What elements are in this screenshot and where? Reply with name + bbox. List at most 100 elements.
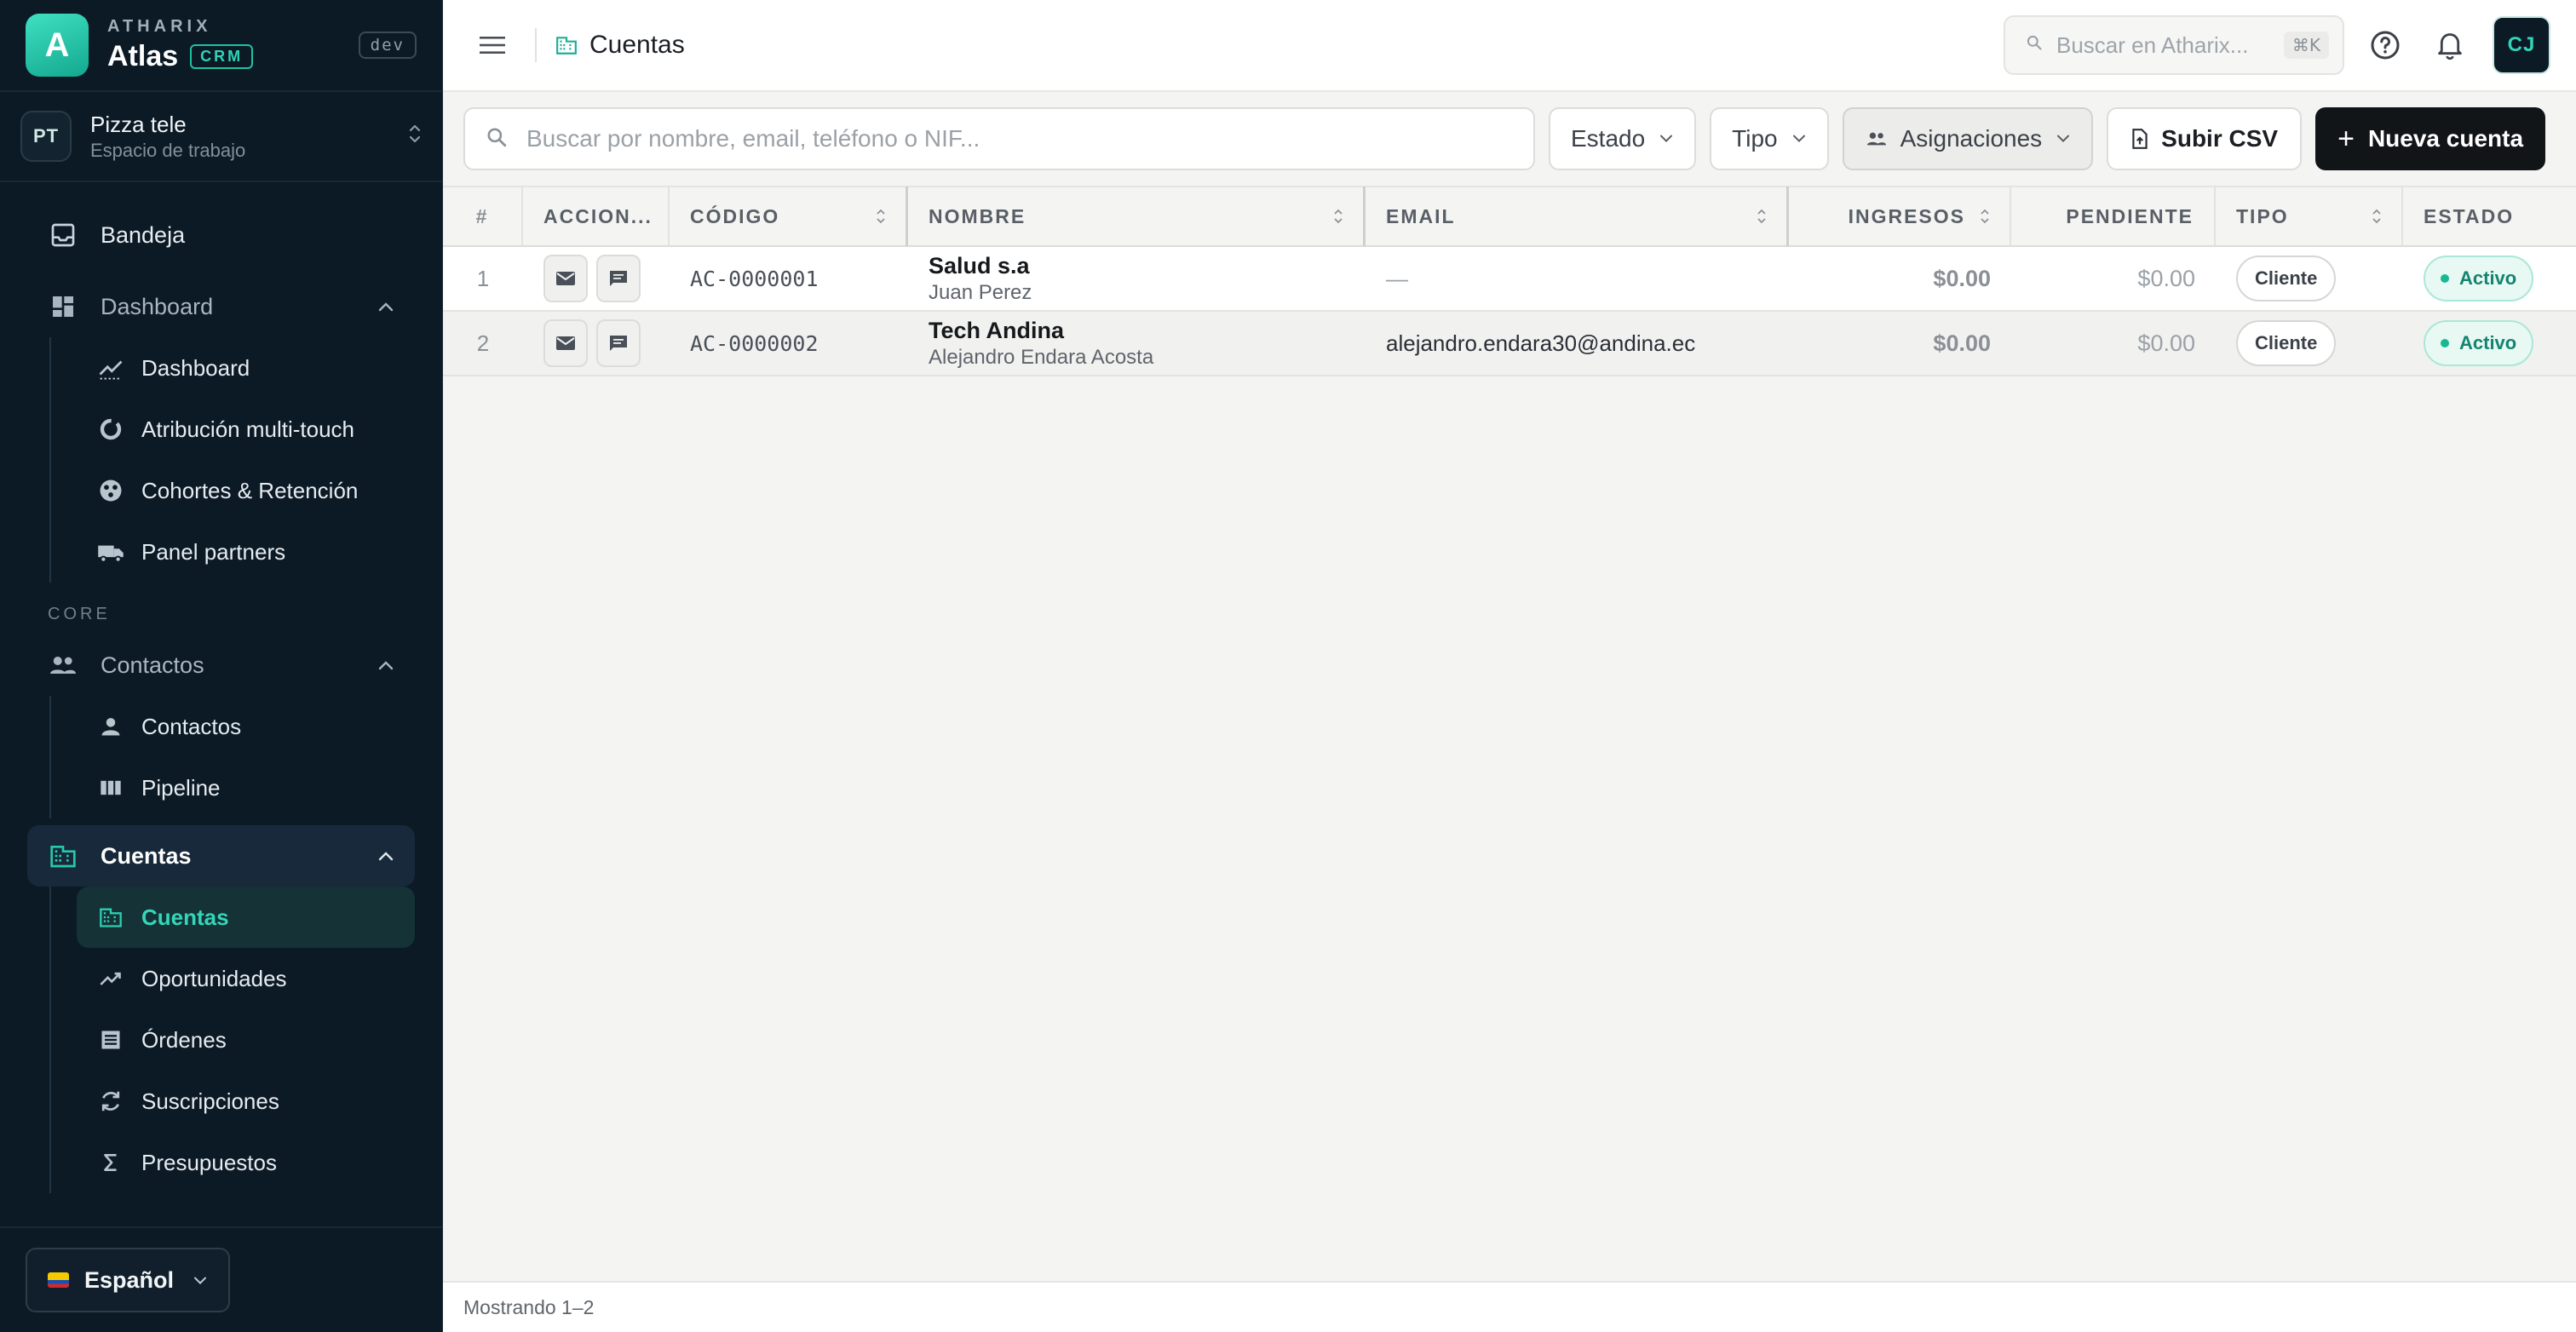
sidebar-item-contacts[interactable]: Contactos [77, 696, 415, 757]
user-avatar[interactable]: CJ [2493, 16, 2550, 74]
email-action-button[interactable] [543, 255, 588, 302]
column-header-label: EMAIL [1386, 204, 1456, 227]
sidebar-item-subscriptions[interactable]: Suscripciones [77, 1071, 415, 1132]
sidebar-item-label: Cuentas [141, 904, 229, 930]
menu-toggle-button[interactable] [469, 21, 516, 69]
building-icon [555, 34, 578, 56]
column-header-name[interactable]: NOMBRE [908, 187, 1366, 246]
account-name-cell[interactable]: Salud s.a Juan Perez [908, 246, 1366, 311]
app-window: A ATHARIX Atlas CRM dev PT Pizza tele Es… [0, 0, 2576, 1332]
table-row[interactable]: 2 AC-0000002 Tech Andina Alejandro Endar… [443, 312, 2576, 376]
column-header-code[interactable]: CÓDIGO [670, 187, 908, 246]
sidebar-item-cohorts[interactable]: Cohortes & Retención [77, 460, 415, 521]
brand-logo[interactable]: A [26, 14, 89, 77]
shortcut-hint: ⌘K [2283, 32, 2329, 59]
column-header-label: CÓDIGO [690, 204, 780, 227]
sidebar-item-accounts[interactable]: Cuentas [77, 887, 415, 948]
accounts-search-input[interactable] [526, 125, 1513, 152]
account-pending: $0.00 [2137, 330, 2195, 356]
help-button[interactable] [2361, 21, 2409, 69]
account-status-cell: Activo [2403, 311, 2576, 376]
column-header-pending[interactable]: PENDIENTE [2011, 187, 2216, 246]
inbox-icon [48, 220, 78, 250]
file-upload-icon [2130, 128, 2149, 150]
message-action-button[interactable] [596, 255, 641, 302]
account-code: AC-0000001 [690, 266, 819, 291]
sort-icon [1979, 207, 1991, 226]
status-label: Activo [2459, 332, 2517, 353]
chevron-up-icon [377, 654, 394, 676]
account-email[interactable]: alejandro.endara30@andina.ec [1366, 311, 1789, 376]
sidebar-item-quotes[interactable]: Presupuestos [77, 1132, 415, 1193]
sigma-icon [97, 1149, 124, 1176]
cohorts-icon [97, 477, 124, 504]
global-search-placeholder: Buscar en Atharix... [2056, 32, 2249, 58]
column-header-actions: ACCION... [523, 187, 670, 246]
trend-icon [97, 354, 124, 382]
brand-header: A ATHARIX Atlas CRM dev [0, 0, 442, 92]
chevron-up-icon [377, 845, 394, 867]
language-selector[interactable]: Español [26, 1248, 230, 1312]
sidebar-item-label: Oportunidades [141, 965, 287, 991]
table-row[interactable]: 1 AC-0000001 Salud s.a Juan Perez — $0.0… [443, 247, 2576, 312]
list-icon [97, 1026, 124, 1054]
sidebar-item-label: Cohortes & Retención [141, 477, 359, 503]
sort-icon [875, 207, 887, 226]
showing-count: Mostrando 1–2 [463, 1295, 595, 1318]
upload-csv-label: Subir CSV [2161, 125, 2279, 152]
ecuador-flag-icon [48, 1272, 69, 1288]
account-name: Tech Andina [929, 317, 1065, 343]
message-action-button[interactable] [596, 319, 641, 367]
row-number: 1 [476, 265, 490, 291]
filter-assignments-dropdown[interactable]: Asignaciones [1842, 107, 2094, 170]
sidebar-item-attribution[interactable]: Atribución multi-touch [77, 399, 415, 460]
sidebar-group-label: Cuentas [101, 842, 192, 869]
accounts-search[interactable] [463, 107, 1535, 170]
column-header-type[interactable]: TIPO [2216, 187, 2403, 246]
filter-type-dropdown[interactable]: Tipo [1710, 107, 1829, 170]
status-badge[interactable]: Activo [2424, 255, 2534, 301]
status-badge[interactable]: Activo [2424, 320, 2534, 366]
sidebar-item-opportunities[interactable]: Oportunidades [77, 948, 415, 1009]
crm-badge: CRM [190, 44, 254, 69]
row-actions [523, 246, 670, 311]
global-search[interactable]: Buscar en Atharix... ⌘K [2004, 15, 2344, 75]
table-header: # ACCION... CÓDIGO NOMBRE EMAIL INGRESOS [443, 187, 2576, 247]
notifications-button[interactable] [2426, 21, 2474, 69]
sort-icon [1756, 207, 1768, 226]
sidebar-group-contacts[interactable]: Contactos [27, 634, 415, 696]
account-name: Salud s.a [929, 252, 1030, 278]
workspace-switcher[interactable]: PT Pizza tele Espacio de trabajo [0, 92, 442, 182]
sort-icon [2371, 207, 2383, 226]
upload-csv-button[interactable]: Subir CSV [2107, 107, 2303, 170]
truck-icon [97, 538, 124, 566]
column-header-label: TIPO [2236, 204, 2289, 227]
column-header-label: NOMBRE [929, 204, 1026, 227]
chevron-up-down-icon [408, 123, 422, 150]
column-header-status[interactable]: ESTADO [2403, 187, 2576, 246]
sidebar-item-dashboard[interactable]: Dashboard [77, 337, 415, 399]
status-dot-icon [2441, 274, 2449, 283]
column-header-revenue[interactable]: INGRESOS [1789, 187, 2011, 246]
sidebar-item-pipeline[interactable]: Pipeline [77, 757, 415, 818]
accounts-table: # ACCION... CÓDIGO NOMBRE EMAIL INGRESOS [443, 187, 2576, 376]
email-action-button[interactable] [543, 319, 588, 367]
sidebar-item-inbox[interactable]: Bandeja [27, 204, 415, 266]
sidebar-item-orders[interactable]: Órdenes [77, 1009, 415, 1071]
workspace-avatar: PT [20, 111, 72, 162]
sidebar-group-accounts[interactable]: Cuentas [27, 825, 415, 887]
brand-name: Atlas [107, 40, 179, 72]
account-name-cell[interactable]: Tech Andina Alejandro Endara Acosta [908, 311, 1366, 376]
sidebar-group-dashboard[interactable]: Dashboard [27, 276, 415, 337]
filter-assignments-label: Asignaciones [1900, 125, 2043, 152]
sidebar-item-label: Atribución multi-touch [141, 416, 354, 442]
new-account-button[interactable]: + Nueva cuenta [2315, 107, 2546, 170]
sidebar-group-label: Contactos [101, 652, 204, 678]
sidebar-item-partners[interactable]: Panel partners [77, 521, 415, 583]
filter-status-dropdown[interactable]: Estado [1549, 107, 1697, 170]
column-header-email[interactable]: EMAIL [1366, 187, 1789, 246]
search-icon [2026, 34, 2043, 56]
donut-icon [97, 416, 124, 443]
account-code: AC-0000002 [690, 330, 819, 356]
row-actions [523, 311, 670, 376]
